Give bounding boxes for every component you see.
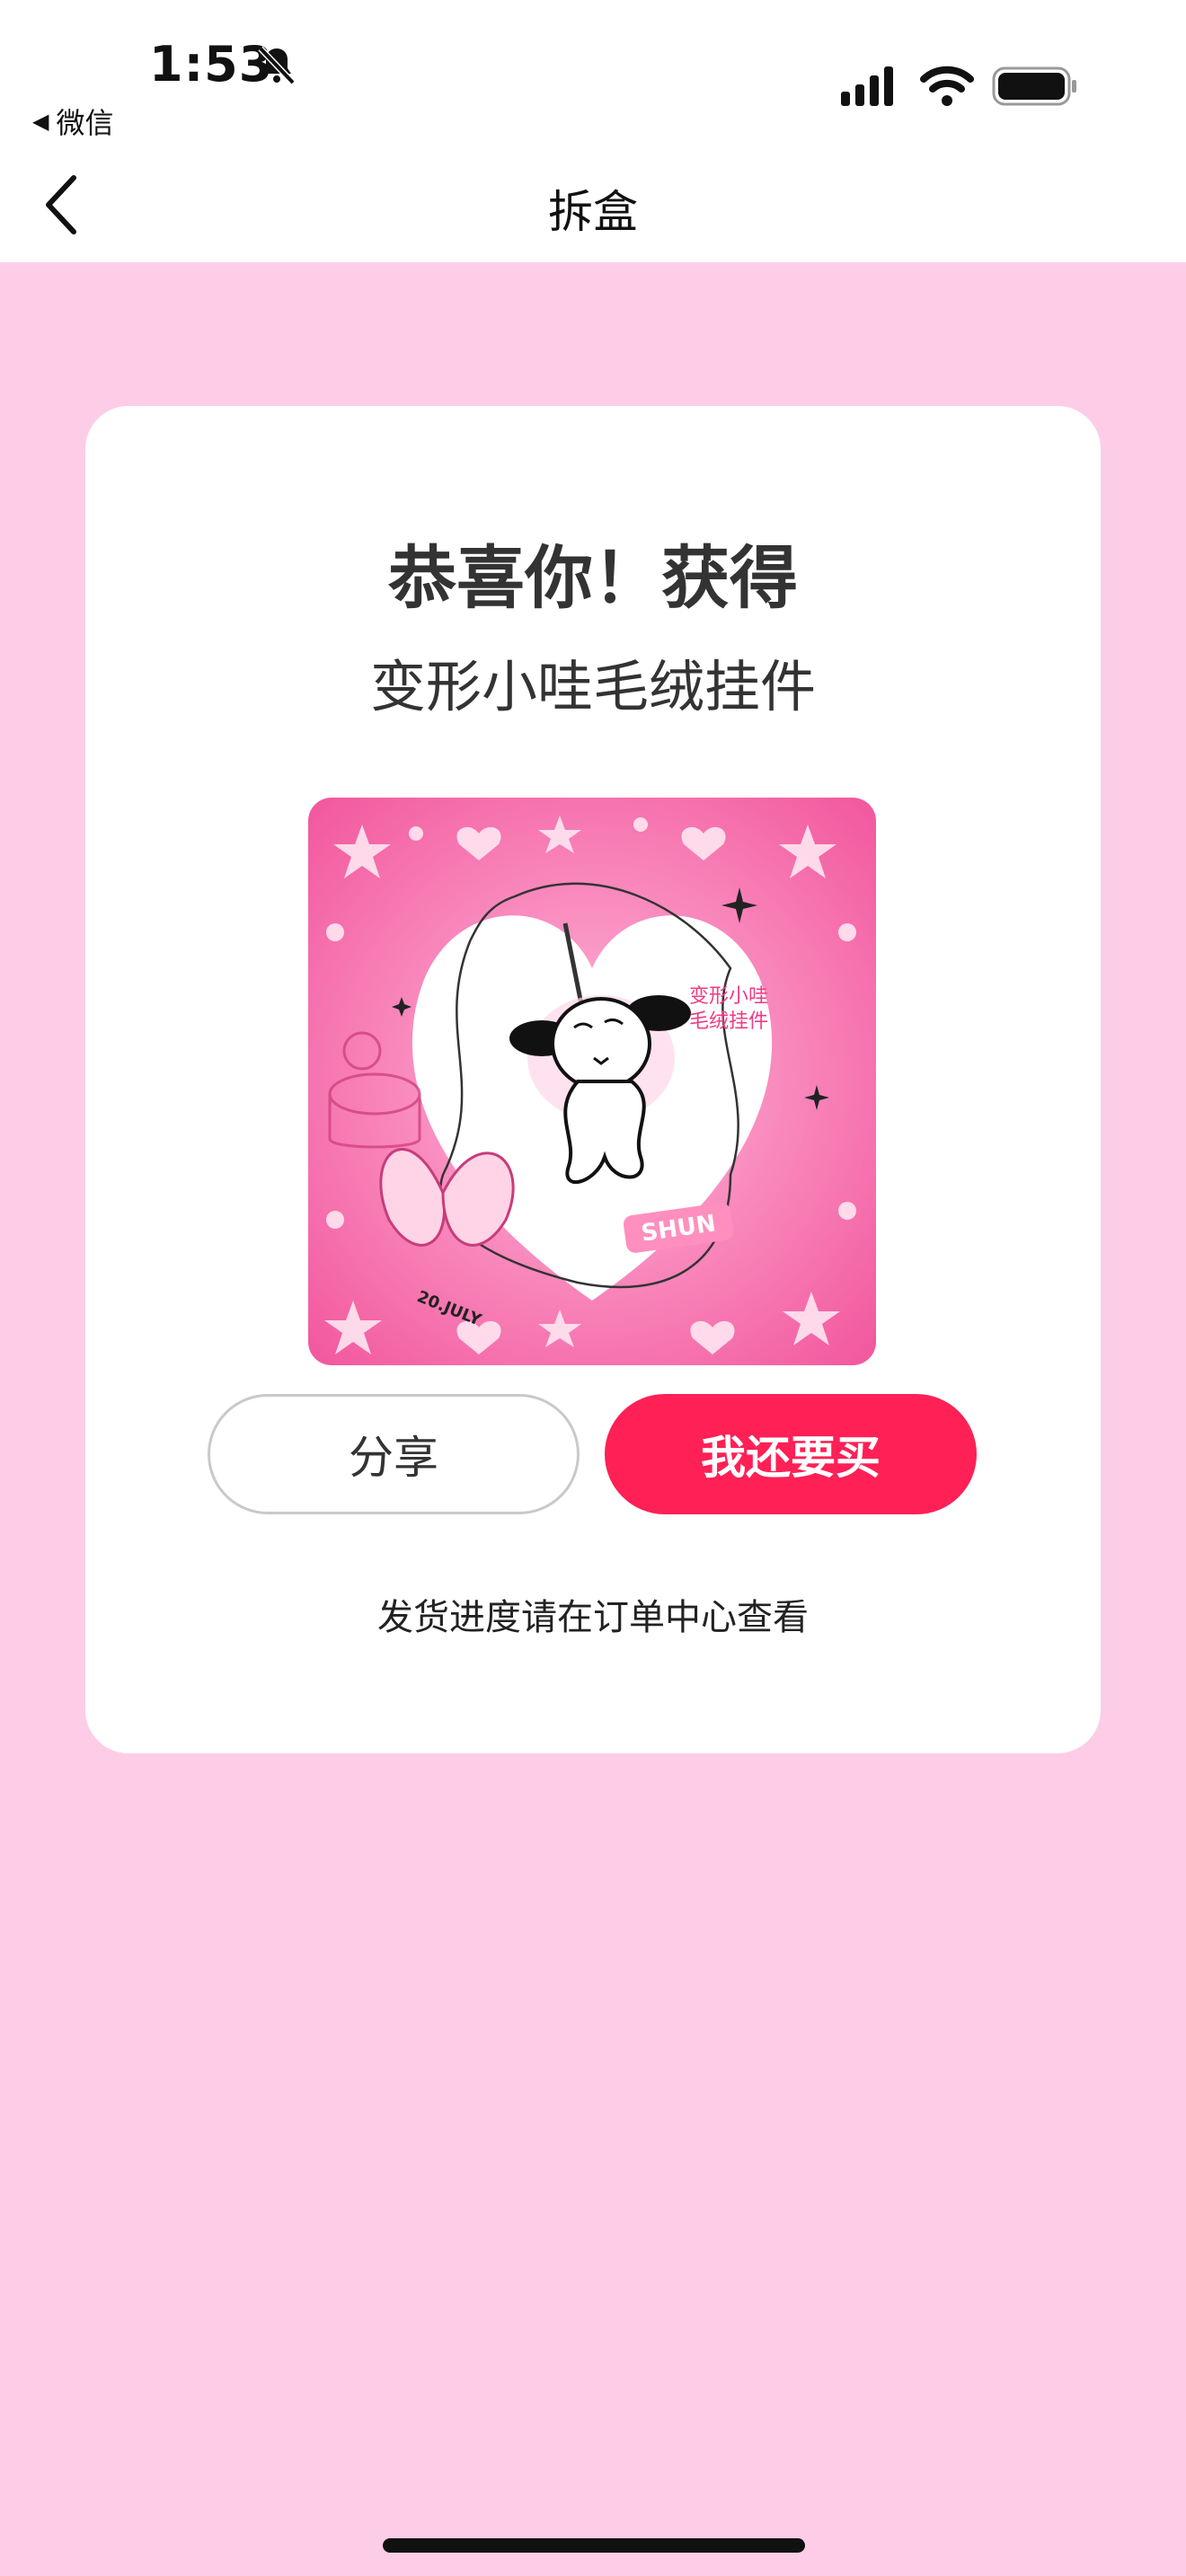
bell-slash-icon [258,46,296,85]
home-indicator[interactable] [383,2538,805,2553]
shipping-hint: 发货进度请在订单中心查看 [377,1597,809,1638]
top-bar: 1:53 ◀ 微信 拆盒 [0,0,1186,262]
battery-icon [992,66,1076,106]
signal-icon [841,66,893,106]
back-to-app[interactable]: ◀ 微信 [32,101,113,142]
prize-name: 变形小哇毛绒挂件 [369,654,816,719]
prize-card: 恭喜你！获得 变形小哇毛绒挂件 变形小哇 毛绒挂件 SHUN 20.JULY 分… [85,406,1101,1753]
wifi-icon [920,66,974,106]
buy-again-button[interactable]: 我还要买 [605,1394,977,1514]
svg-text:毛绒挂件: 毛绒挂件 [689,1010,768,1033]
page-title: 拆盒 [548,186,638,238]
congrats-heading: 恭喜你！获得 [388,538,798,618]
back-app-label: 微信 [56,106,114,140]
share-button[interactable]: 分享 [208,1394,580,1514]
svg-text:变形小哇: 变形小哇 [689,985,768,1008]
back-triangle-icon: ◀ [32,109,49,134]
prize-image: 变形小哇 毛绒挂件 SHUN 20.JULY [308,798,876,1365]
